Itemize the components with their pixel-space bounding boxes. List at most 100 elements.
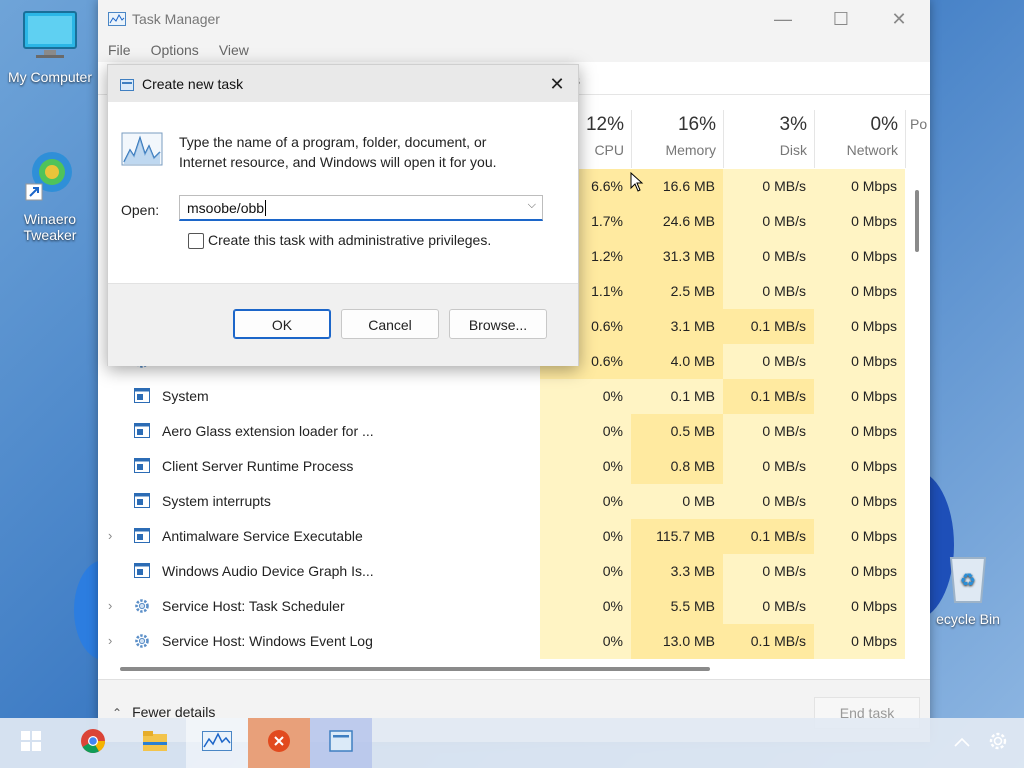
process-row[interactable]: Aero Glass extension loader for ... 0% 0.5…: [98, 414, 908, 449]
task-manager-icon: [202, 730, 232, 756]
task-manager-titlebar[interactable]: Task Manager — ☐ ✕: [98, 0, 930, 38]
process-disk-cell: 0 MB/s: [723, 449, 814, 484]
taskbar-file-explorer[interactable]: [124, 718, 186, 768]
admin-privileges-checkbox[interactable]: [188, 233, 204, 249]
taskbar-notepad[interactable]: [310, 718, 372, 768]
process-cpu-cell: 0%: [540, 519, 631, 554]
browse-button[interactable]: Browse...: [449, 309, 547, 339]
monitor-icon: [2, 10, 98, 65]
task-manager-graph-icon: [121, 132, 163, 171]
process-disk-cell: 0.1 MB/s: [723, 624, 814, 659]
dialog-title: Create new task: [142, 75, 244, 92]
task-manager-icon: [108, 12, 126, 26]
mouse-cursor-icon: [630, 171, 644, 197]
minimize-icon: —: [774, 8, 792, 29]
process-row[interactable]: Client Server Runtime Process 0% 0.8 MB 0 M…: [98, 449, 908, 484]
dialog-close-button[interactable]: ✕: [544, 71, 570, 97]
process-name: Client Server Runtime Process: [162, 458, 354, 474]
process-row[interactable]: › Service Host: Windows Event Log 0% 13.0 M…: [98, 624, 908, 659]
process-network-cell: 0 Mbps: [814, 519, 905, 554]
expand-chevron-icon[interactable]: ›: [108, 598, 112, 613]
process-window-icon: [134, 563, 150, 578]
process-memory-cell: 115.7 MB: [631, 519, 723, 554]
process-disk-cell: 0 MB/s: [723, 484, 814, 519]
process-disk-cell: 0 MB/s: [723, 344, 814, 379]
cancel-button[interactable]: Cancel: [341, 309, 439, 339]
dialog-body: Type the name of a program, folder, docu…: [108, 102, 578, 282]
process-memory-cell: 3.1 MB: [631, 309, 723, 344]
taskbar-chrome[interactable]: [62, 718, 124, 768]
process-memory-cell: 0.1 MB: [631, 379, 723, 414]
process-row[interactable]: System interrupts 0% 0 MB 0 MB/s 0 Mbps: [98, 484, 908, 519]
process-disk-cell: 0 MB/s: [723, 239, 814, 274]
run-icon: [120, 78, 134, 91]
column-header-power[interactable]: Po: [905, 110, 931, 168]
column-header-network[interactable]: 0% Network: [814, 110, 906, 168]
column-header-memory[interactable]: 16% Memory: [631, 110, 724, 168]
vertical-scrollbar[interactable]: [915, 190, 919, 252]
horizontal-scrollbar[interactable]: [120, 667, 710, 671]
description-line: Type the name of a program, folder, docu…: [179, 134, 487, 150]
process-name: Service Host: Task Scheduler: [162, 598, 345, 614]
dialog-titlebar[interactable]: Create new task ✕: [108, 65, 578, 102]
desktop-icon-label: My Computer: [7, 69, 93, 85]
menu-view[interactable]: View: [209, 42, 259, 58]
winaero-tweaker-icon: [2, 148, 98, 207]
menu-file[interactable]: File: [98, 42, 141, 58]
minimize-button[interactable]: —: [754, 0, 812, 38]
column-name: Memory: [665, 142, 716, 158]
description-line: Internet resource, and Windows will open…: [179, 154, 497, 170]
column-name: Po: [910, 116, 928, 132]
process-disk-cell: 0 MB/s: [723, 274, 814, 309]
column-header-disk[interactable]: 3% Disk: [723, 110, 815, 168]
column-name: Disk: [779, 142, 807, 158]
process-window-icon: [134, 388, 150, 403]
settings-gear-icon: [987, 730, 1009, 757]
column-percent: 16%: [677, 114, 716, 135]
taskbar-red-app[interactable]: [248, 718, 310, 768]
open-label: Open:: [121, 202, 160, 218]
process-network-cell: 0 Mbps: [814, 624, 905, 659]
process-cpu-cell: 0%: [540, 449, 631, 484]
process-name: Windows Audio Device Graph Is...: [162, 563, 374, 579]
process-network-cell: 0 Mbps: [814, 239, 905, 274]
service-gear-icon: [134, 633, 150, 648]
process-network-cell: 0 Mbps: [814, 379, 905, 414]
desktop-icon-my-computer[interactable]: My Computer: [2, 10, 98, 85]
process-row[interactable]: › Service Host: Task Scheduler 0% 5.5 MB 0 M…: [98, 589, 908, 624]
process-disk-cell: 0.1 MB/s: [723, 309, 814, 344]
process-memory-cell: 0.5 MB: [631, 414, 723, 449]
chevron-down-icon[interactable]: ⌵: [528, 199, 536, 212]
process-memory-cell: 13.0 MB: [631, 624, 723, 659]
settings-tray-button[interactable]: [972, 718, 1024, 768]
process-memory-cell: 2.5 MB: [631, 274, 723, 309]
process-memory-cell: 3.3 MB: [631, 554, 723, 589]
process-memory-cell: 0 MB: [631, 484, 723, 519]
open-input-value[interactable]: msoobe/obb: [187, 200, 264, 216]
process-row[interactable]: › Antimalware Service Executable 0% 115.7 M…: [98, 519, 908, 554]
maximize-button[interactable]: ☐: [812, 0, 870, 38]
process-row[interactable]: System 0% 0.1 MB 0.1 MB/s 0 Mbps: [98, 379, 908, 414]
expand-chevron-icon[interactable]: ›: [108, 633, 112, 648]
ok-button[interactable]: OK: [233, 309, 331, 339]
process-disk-cell: 0 MB/s: [723, 169, 814, 204]
column-percent: 3%: [779, 114, 807, 135]
dialog-description: Type the name of a program, folder, docu…: [179, 132, 559, 172]
process-memory-cell: 31.3 MB: [631, 239, 723, 274]
process-row[interactable]: Windows Audio Device Graph Is... 0% 3.3 MB…: [98, 554, 908, 589]
process-network-cell: 0 Mbps: [814, 414, 905, 449]
maximize-icon: ☐: [832, 8, 850, 29]
expand-chevron-icon[interactable]: ›: [108, 528, 112, 543]
file-explorer-icon: [142, 730, 168, 757]
taskbar-task-manager[interactable]: [186, 718, 248, 768]
close-button[interactable]: ✕: [870, 0, 928, 38]
start-button[interactable]: [0, 718, 62, 768]
desktop-icon-winaero-tweaker[interactable]: Winaero Tweaker: [2, 148, 98, 243]
process-network-cell: 0 Mbps: [814, 484, 905, 519]
menu-options[interactable]: Options: [141, 42, 209, 58]
text-caret: [265, 200, 266, 216]
open-combobox[interactable]: msoobe/obb ⌵: [179, 195, 543, 221]
process-disk-cell: 0 MB/s: [723, 554, 814, 589]
process-disk-cell: 0 MB/s: [723, 589, 814, 624]
admin-privileges-label[interactable]: Create this task with administrative pri…: [208, 232, 491, 248]
